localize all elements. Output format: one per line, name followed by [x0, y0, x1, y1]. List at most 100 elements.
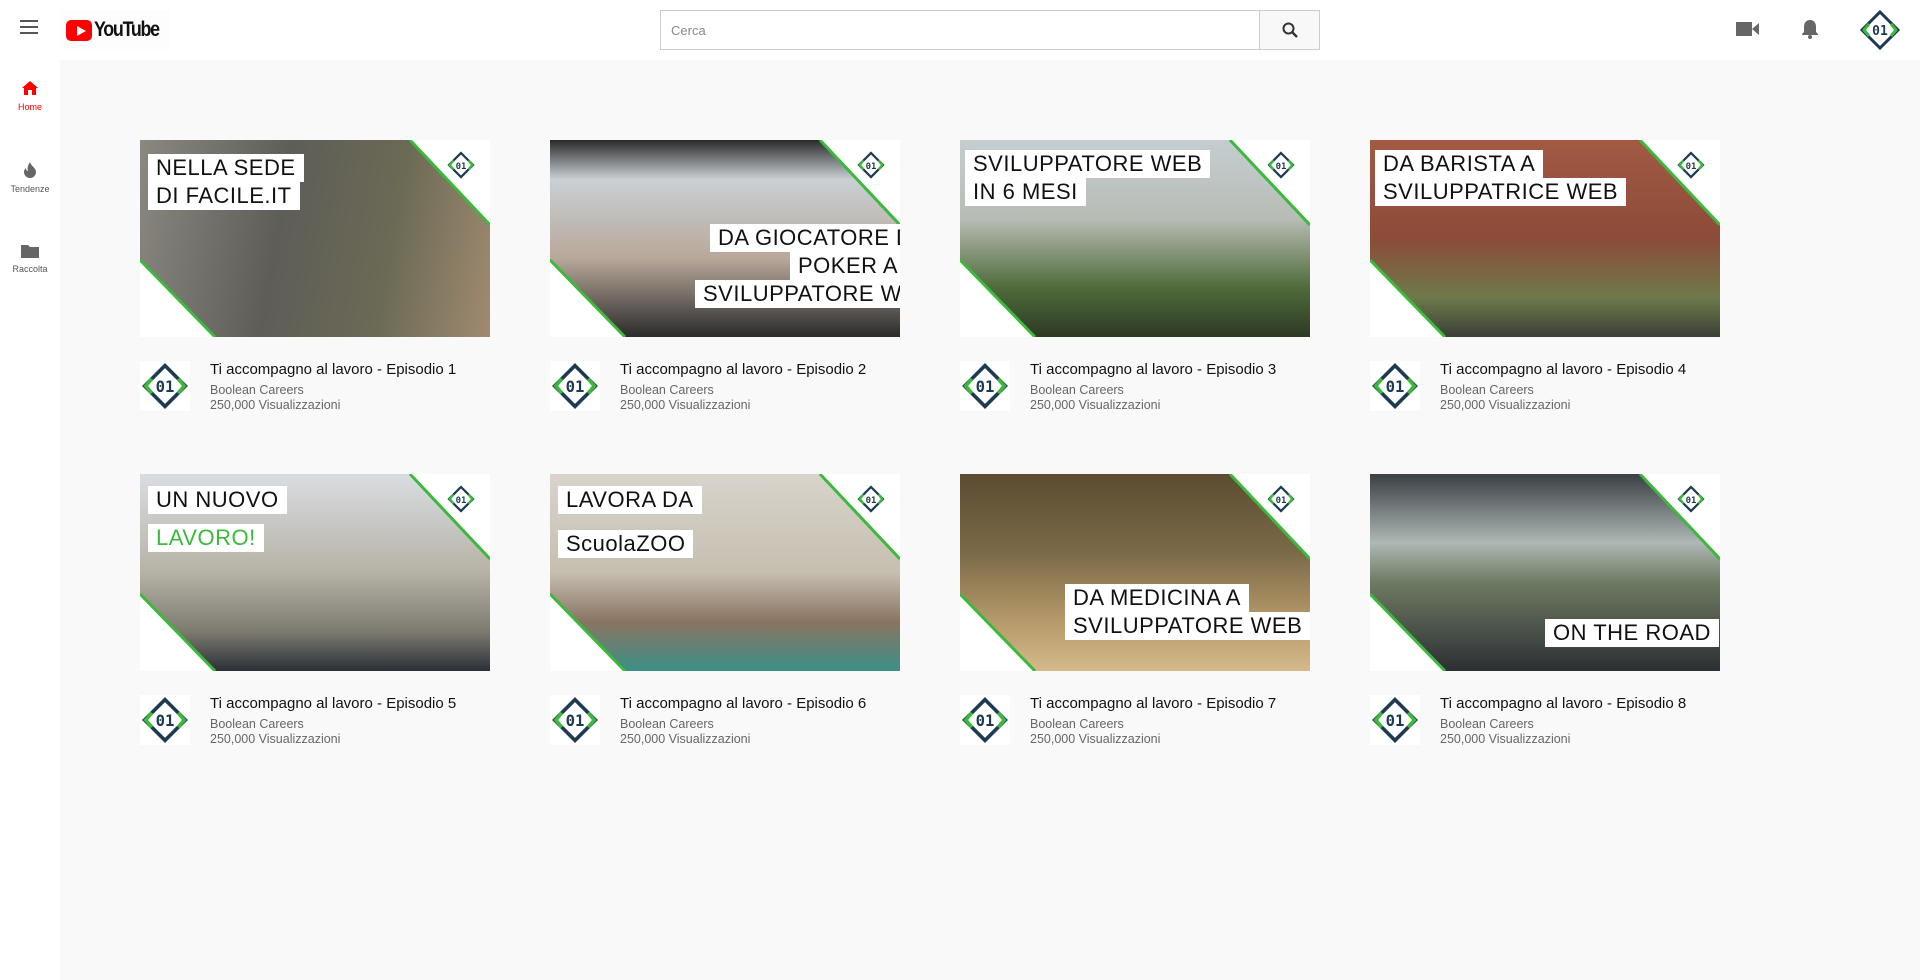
- svg-text:01: 01: [1276, 162, 1287, 172]
- channel-logo-badge: 01: [1267, 151, 1295, 179]
- channel-logo-icon: 01: [142, 363, 188, 409]
- thumbnail-caption: DI FACILE.IT: [148, 182, 300, 210]
- play-icon: [66, 19, 92, 41]
- channel-logo-badge: 01: [1267, 485, 1295, 513]
- video-thumbnail[interactable]: NELLA SEDE DI FACILE.IT 01: [140, 140, 490, 337]
- svg-text:01: 01: [566, 712, 585, 730]
- channel-name[interactable]: Boolean Careers: [620, 717, 714, 731]
- channel-avatar[interactable]: 01: [960, 361, 1010, 411]
- video-title[interactable]: Ti accompagno al lavoro - Episodio 1: [210, 361, 456, 378]
- video-card[interactable]: DA GIOCATORE DIPOKER ASVILUPPATORE WEB 01…: [550, 140, 900, 421]
- thumbnail-caption: DA BARISTA A: [1375, 150, 1544, 178]
- channel-logo-icon: 01: [962, 363, 1008, 409]
- video-card[interactable]: ON THE ROAD 01 01 Ti accompagno al lavoro…: [1370, 474, 1720, 755]
- search-button[interactable]: [1259, 10, 1320, 50]
- view-count: 250,000 Visualizzazioni: [1440, 398, 1571, 412]
- channel-avatar[interactable]: 01: [1370, 695, 1420, 745]
- video-title[interactable]: Ti accompagno al lavoro - Episodio 6: [620, 695, 866, 712]
- thumbnail-caption: SVILUPPATRICE WEB: [1375, 178, 1627, 206]
- thumbnail-caption: SVILUPPATORE WEB: [1065, 612, 1310, 640]
- view-count: 250,000 Visualizzazioni: [620, 398, 751, 412]
- channel-avatar[interactable]: 01: [140, 361, 190, 411]
- hamburger-menu-icon[interactable]: [20, 20, 38, 34]
- sidebar: Home Tendenze Raccolta: [0, 60, 60, 980]
- channel-avatar[interactable]: 01: [1370, 361, 1420, 411]
- svg-text:01: 01: [456, 162, 467, 172]
- video-title[interactable]: Ti accompagno al lavoro - Episodio 3: [1030, 361, 1276, 378]
- sidebar-item-raccolta[interactable]: Raccolta: [0, 244, 60, 274]
- video-thumbnail[interactable]: ON THE ROAD 01: [1370, 474, 1720, 671]
- sidebar-item-tendenze[interactable]: Tendenze: [0, 162, 60, 194]
- channel-logo-icon: 01: [552, 697, 598, 743]
- thumbnail-caption: SVILUPPATORE WEB: [965, 150, 1211, 178]
- svg-text:01: 01: [976, 378, 995, 396]
- thumbnail-caption: NELLA SEDE: [148, 154, 304, 182]
- channel-logo-badge: 01: [1677, 151, 1705, 179]
- view-count: 250,000 Visualizzazioni: [1030, 732, 1161, 746]
- svg-text:01: 01: [1872, 24, 1888, 39]
- thumbnail-caption: UN NUOVO: [148, 486, 287, 514]
- view-count: 250,000 Visualizzazioni: [210, 398, 341, 412]
- video-card[interactable]: SVILUPPATORE WEB IN 6 MESI 01 01 Ti accomp…: [960, 140, 1310, 421]
- channel-logo-badge: 01: [447, 485, 475, 513]
- video-title[interactable]: Ti accompagno al lavoro - Episodio 5: [210, 695, 456, 712]
- channel-name[interactable]: Boolean Careers: [210, 717, 304, 731]
- svg-text:01: 01: [866, 496, 877, 506]
- channel-logo-icon: 01: [1372, 697, 1418, 743]
- view-count: 250,000 Visualizzazioni: [1440, 732, 1571, 746]
- thumbnail-caption: ON THE ROAD: [1545, 619, 1719, 647]
- video-thumbnail[interactable]: LAVORA DA ScuolaZOO 01: [550, 474, 900, 671]
- video-title[interactable]: Ti accompagno al lavoro - Episodio 2: [620, 361, 866, 378]
- video-title[interactable]: Ti accompagno al lavoro - Episodio 7: [1030, 695, 1276, 712]
- view-count: 250,000 Visualizzazioni: [210, 732, 341, 746]
- channel-name[interactable]: Boolean Careers: [210, 383, 304, 397]
- channel-avatar[interactable]: 01: [550, 361, 600, 411]
- video-card[interactable]: LAVORA DA ScuolaZOO 01 01 Ti accompagno al…: [550, 474, 900, 755]
- video-thumbnail[interactable]: UN NUOVO LAVORO! 01: [140, 474, 490, 671]
- search-icon: [1282, 22, 1298, 38]
- home-icon: [22, 81, 38, 95]
- channel-name[interactable]: Boolean Careers: [1440, 383, 1534, 397]
- channel-logo-icon: 01: [552, 363, 598, 409]
- channel-name[interactable]: Boolean Careers: [620, 383, 714, 397]
- search-input[interactable]: [660, 10, 1260, 50]
- channel-logo-badge: 01: [1677, 485, 1705, 513]
- video-card[interactable]: UN NUOVO LAVORO! 01 01 Ti accompagno al la…: [140, 474, 490, 755]
- channel-avatar[interactable]: 01: [960, 695, 1010, 745]
- svg-text:01: 01: [976, 712, 995, 730]
- video-title[interactable]: Ti accompagno al lavoro - Episodio 4: [1440, 361, 1686, 378]
- channel-name[interactable]: Boolean Careers: [1030, 383, 1124, 397]
- channel-name[interactable]: Boolean Careers: [1440, 717, 1534, 731]
- svg-text:01: 01: [1276, 496, 1287, 506]
- channel-avatar[interactable]: 01: [1860, 10, 1900, 50]
- view-count: 250,000 Visualizzazioni: [620, 732, 751, 746]
- channel-avatar[interactable]: 01: [550, 695, 600, 745]
- channel-logo-badge: 01: [857, 485, 885, 513]
- video-thumbnail[interactable]: DA BARISTA A SVILUPPATRICE WEB 01: [1370, 140, 1720, 337]
- thumbnail-caption: POKER A: [790, 252, 900, 280]
- fire-icon: [24, 162, 36, 178]
- svg-text:01: 01: [156, 712, 175, 730]
- video-camera-icon[interactable]: [1736, 21, 1760, 37]
- channel-logo-badge: 01: [447, 151, 475, 179]
- video-card[interactable]: DA MEDICINA A SVILUPPATORE WEB 01 01 Ti ac…: [960, 474, 1310, 755]
- bell-icon[interactable]: [1801, 19, 1819, 39]
- video-card[interactable]: DA BARISTA A SVILUPPATRICE WEB 01 01 Ti ac…: [1370, 140, 1720, 421]
- thumbnail-caption: SVILUPPATORE WEB: [695, 280, 900, 308]
- youtube-logo[interactable]: YouTube: [60, 10, 170, 50]
- video-thumbnail[interactable]: DA MEDICINA A SVILUPPATORE WEB 01: [960, 474, 1310, 671]
- thumbnail-caption: LAVORA DA: [558, 486, 702, 514]
- video-thumbnail[interactable]: DA GIOCATORE DIPOKER ASVILUPPATORE WEB 01: [550, 140, 900, 337]
- video-card[interactable]: NELLA SEDE DI FACILE.IT 01 01 Ti accompagn…: [140, 140, 490, 421]
- view-count: 250,000 Visualizzazioni: [1030, 398, 1161, 412]
- channel-name[interactable]: Boolean Careers: [1030, 717, 1124, 731]
- channel-logo-badge: 01: [857, 151, 885, 179]
- thumbnail-caption: IN 6 MESI: [965, 178, 1086, 206]
- thumbnail-caption: ScuolaZOO: [558, 530, 694, 558]
- thumbnail-frame: [960, 474, 1310, 671]
- video-thumbnail[interactable]: SVILUPPATORE WEB IN 6 MESI 01: [960, 140, 1310, 337]
- sidebar-item-home[interactable]: Home: [0, 80, 60, 112]
- channel-avatar[interactable]: 01: [140, 695, 190, 745]
- video-title[interactable]: Ti accompagno al lavoro - Episodio 8: [1440, 695, 1686, 712]
- svg-text:01: 01: [1386, 378, 1405, 396]
